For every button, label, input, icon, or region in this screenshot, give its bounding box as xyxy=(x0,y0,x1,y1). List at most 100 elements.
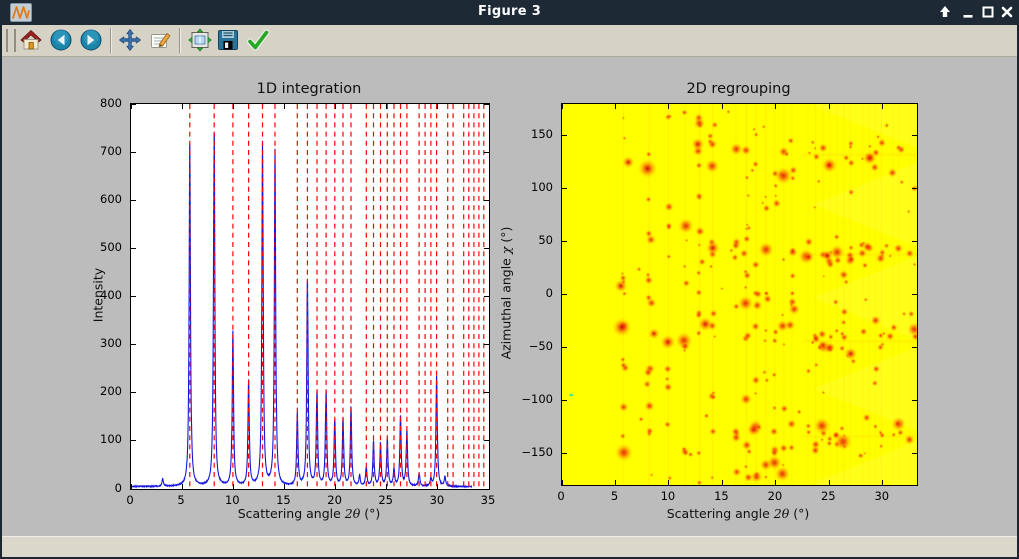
y-tick-label: 200 xyxy=(68,384,122,399)
y-tick-mark xyxy=(484,152,489,153)
y-tick-mark xyxy=(912,294,917,295)
maximize-icon xyxy=(984,8,993,17)
x-tick-label: 25 xyxy=(808,489,848,504)
x-tick-mark xyxy=(284,104,285,109)
x-tick-label: 20 xyxy=(315,493,355,508)
minimize-button[interactable] xyxy=(959,3,977,21)
back-button[interactable] xyxy=(48,28,73,53)
x-tick-label: 15 xyxy=(263,493,303,508)
y-tick-mark xyxy=(912,453,917,454)
y-tick-mark xyxy=(562,135,567,136)
home-button[interactable] xyxy=(18,28,43,53)
y-tick-label: 800 xyxy=(68,96,122,111)
y-tick-mark xyxy=(131,152,136,153)
x-tick-mark xyxy=(722,104,723,109)
x-tick-mark xyxy=(562,480,563,485)
intensity-curve xyxy=(131,134,472,487)
x-tick-mark xyxy=(131,104,132,109)
x-tick-label: 30 xyxy=(862,489,902,504)
y-tick-label: 0 xyxy=(499,286,553,301)
x-tick-mark xyxy=(615,480,616,485)
right-plot-title: 2D regrouping xyxy=(561,81,916,97)
toolbar-separator xyxy=(179,28,180,53)
y-tick-label: 50 xyxy=(499,233,553,248)
x-tick-mark xyxy=(489,104,490,109)
x-tick-label: 30 xyxy=(417,493,457,508)
y-tick-mark xyxy=(484,248,489,249)
x-tick-mark xyxy=(182,484,183,489)
y-tick-mark xyxy=(484,200,489,201)
y-tick-label: 150 xyxy=(499,127,553,142)
x-tick-mark xyxy=(829,480,830,485)
forward-arrow-icon xyxy=(79,28,103,52)
apply-button[interactable] xyxy=(245,28,270,53)
home-icon xyxy=(19,28,43,52)
y-tick-mark xyxy=(484,392,489,393)
back-arrow-icon xyxy=(49,28,73,52)
y-tick-label: 0 xyxy=(68,481,122,496)
y-tick-mark xyxy=(131,489,136,490)
navigation-toolbar xyxy=(2,25,1017,57)
shade-button[interactable] xyxy=(936,3,954,21)
y-tick-mark xyxy=(912,241,917,242)
right-plot-axes[interactable] xyxy=(561,103,918,486)
1d-pattern-svg xyxy=(131,104,489,489)
toolbar-separator xyxy=(110,28,111,53)
pan-button[interactable] xyxy=(117,28,142,53)
y-tick-mark xyxy=(562,294,567,295)
toolbar-grip[interactable] xyxy=(6,29,16,52)
figure-canvas: 1D integration Intensity Scattering angl… xyxy=(2,57,1017,536)
figure-window: Figure 3 xyxy=(0,0,1019,559)
x-tick-label: 5 xyxy=(595,489,635,504)
x-tick-mark xyxy=(437,104,438,109)
y-tick-label: −100 xyxy=(499,392,553,407)
x-tick-mark xyxy=(182,104,183,109)
left-plot-axes[interactable] xyxy=(130,103,490,490)
save-button[interactable] xyxy=(215,28,240,53)
2d-regrouping-image xyxy=(562,104,917,485)
x-tick-mark xyxy=(437,484,438,489)
x-tick-label: 35 xyxy=(468,493,508,508)
y-tick-mark xyxy=(562,188,567,189)
x-tick-mark xyxy=(335,104,336,109)
y-tick-mark xyxy=(484,344,489,345)
x-tick-mark xyxy=(722,480,723,485)
y-tick-mark xyxy=(131,440,136,441)
y-tick-mark xyxy=(562,347,567,348)
pan-arrows-icon xyxy=(118,28,142,52)
title-bar[interactable]: Figure 3 xyxy=(0,0,1019,25)
y-tick-mark xyxy=(484,296,489,297)
x-tick-mark xyxy=(882,480,883,485)
left-plot-xlabel: Scattering angle 2θ (°) xyxy=(238,506,381,521)
y-tick-label: 100 xyxy=(499,180,553,195)
close-icon xyxy=(1003,8,1011,16)
edit-parameters-button[interactable] xyxy=(147,28,172,53)
status-bar xyxy=(2,536,1017,557)
x-tick-mark xyxy=(829,104,830,109)
x-tick-mark xyxy=(775,104,776,109)
forward-button[interactable] xyxy=(78,28,103,53)
y-tick-mark xyxy=(131,392,136,393)
x-tick-mark xyxy=(386,104,387,109)
configure-subplots-icon xyxy=(188,28,212,52)
maximize-button[interactable] xyxy=(979,3,997,21)
window-title: Figure 3 xyxy=(0,4,1019,19)
x-tick-label: 10 xyxy=(648,489,688,504)
y-tick-mark xyxy=(131,104,136,105)
y-tick-label: 300 xyxy=(68,336,122,351)
green-check-icon xyxy=(246,28,270,52)
minimize-icon xyxy=(964,15,973,18)
y-tick-mark xyxy=(562,241,567,242)
x-tick-mark xyxy=(284,484,285,489)
y-tick-label: 500 xyxy=(68,240,122,255)
x-tick-mark xyxy=(668,104,669,109)
y-tick-label: −150 xyxy=(499,445,553,460)
close-button[interactable] xyxy=(998,3,1016,21)
y-tick-mark xyxy=(484,440,489,441)
x-tick-mark xyxy=(615,104,616,109)
x-tick-mark xyxy=(562,104,563,109)
configure-subplots-button[interactable] xyxy=(187,28,212,53)
y-tick-mark xyxy=(131,344,136,345)
y-tick-mark xyxy=(484,104,489,105)
y-tick-mark xyxy=(912,347,917,348)
